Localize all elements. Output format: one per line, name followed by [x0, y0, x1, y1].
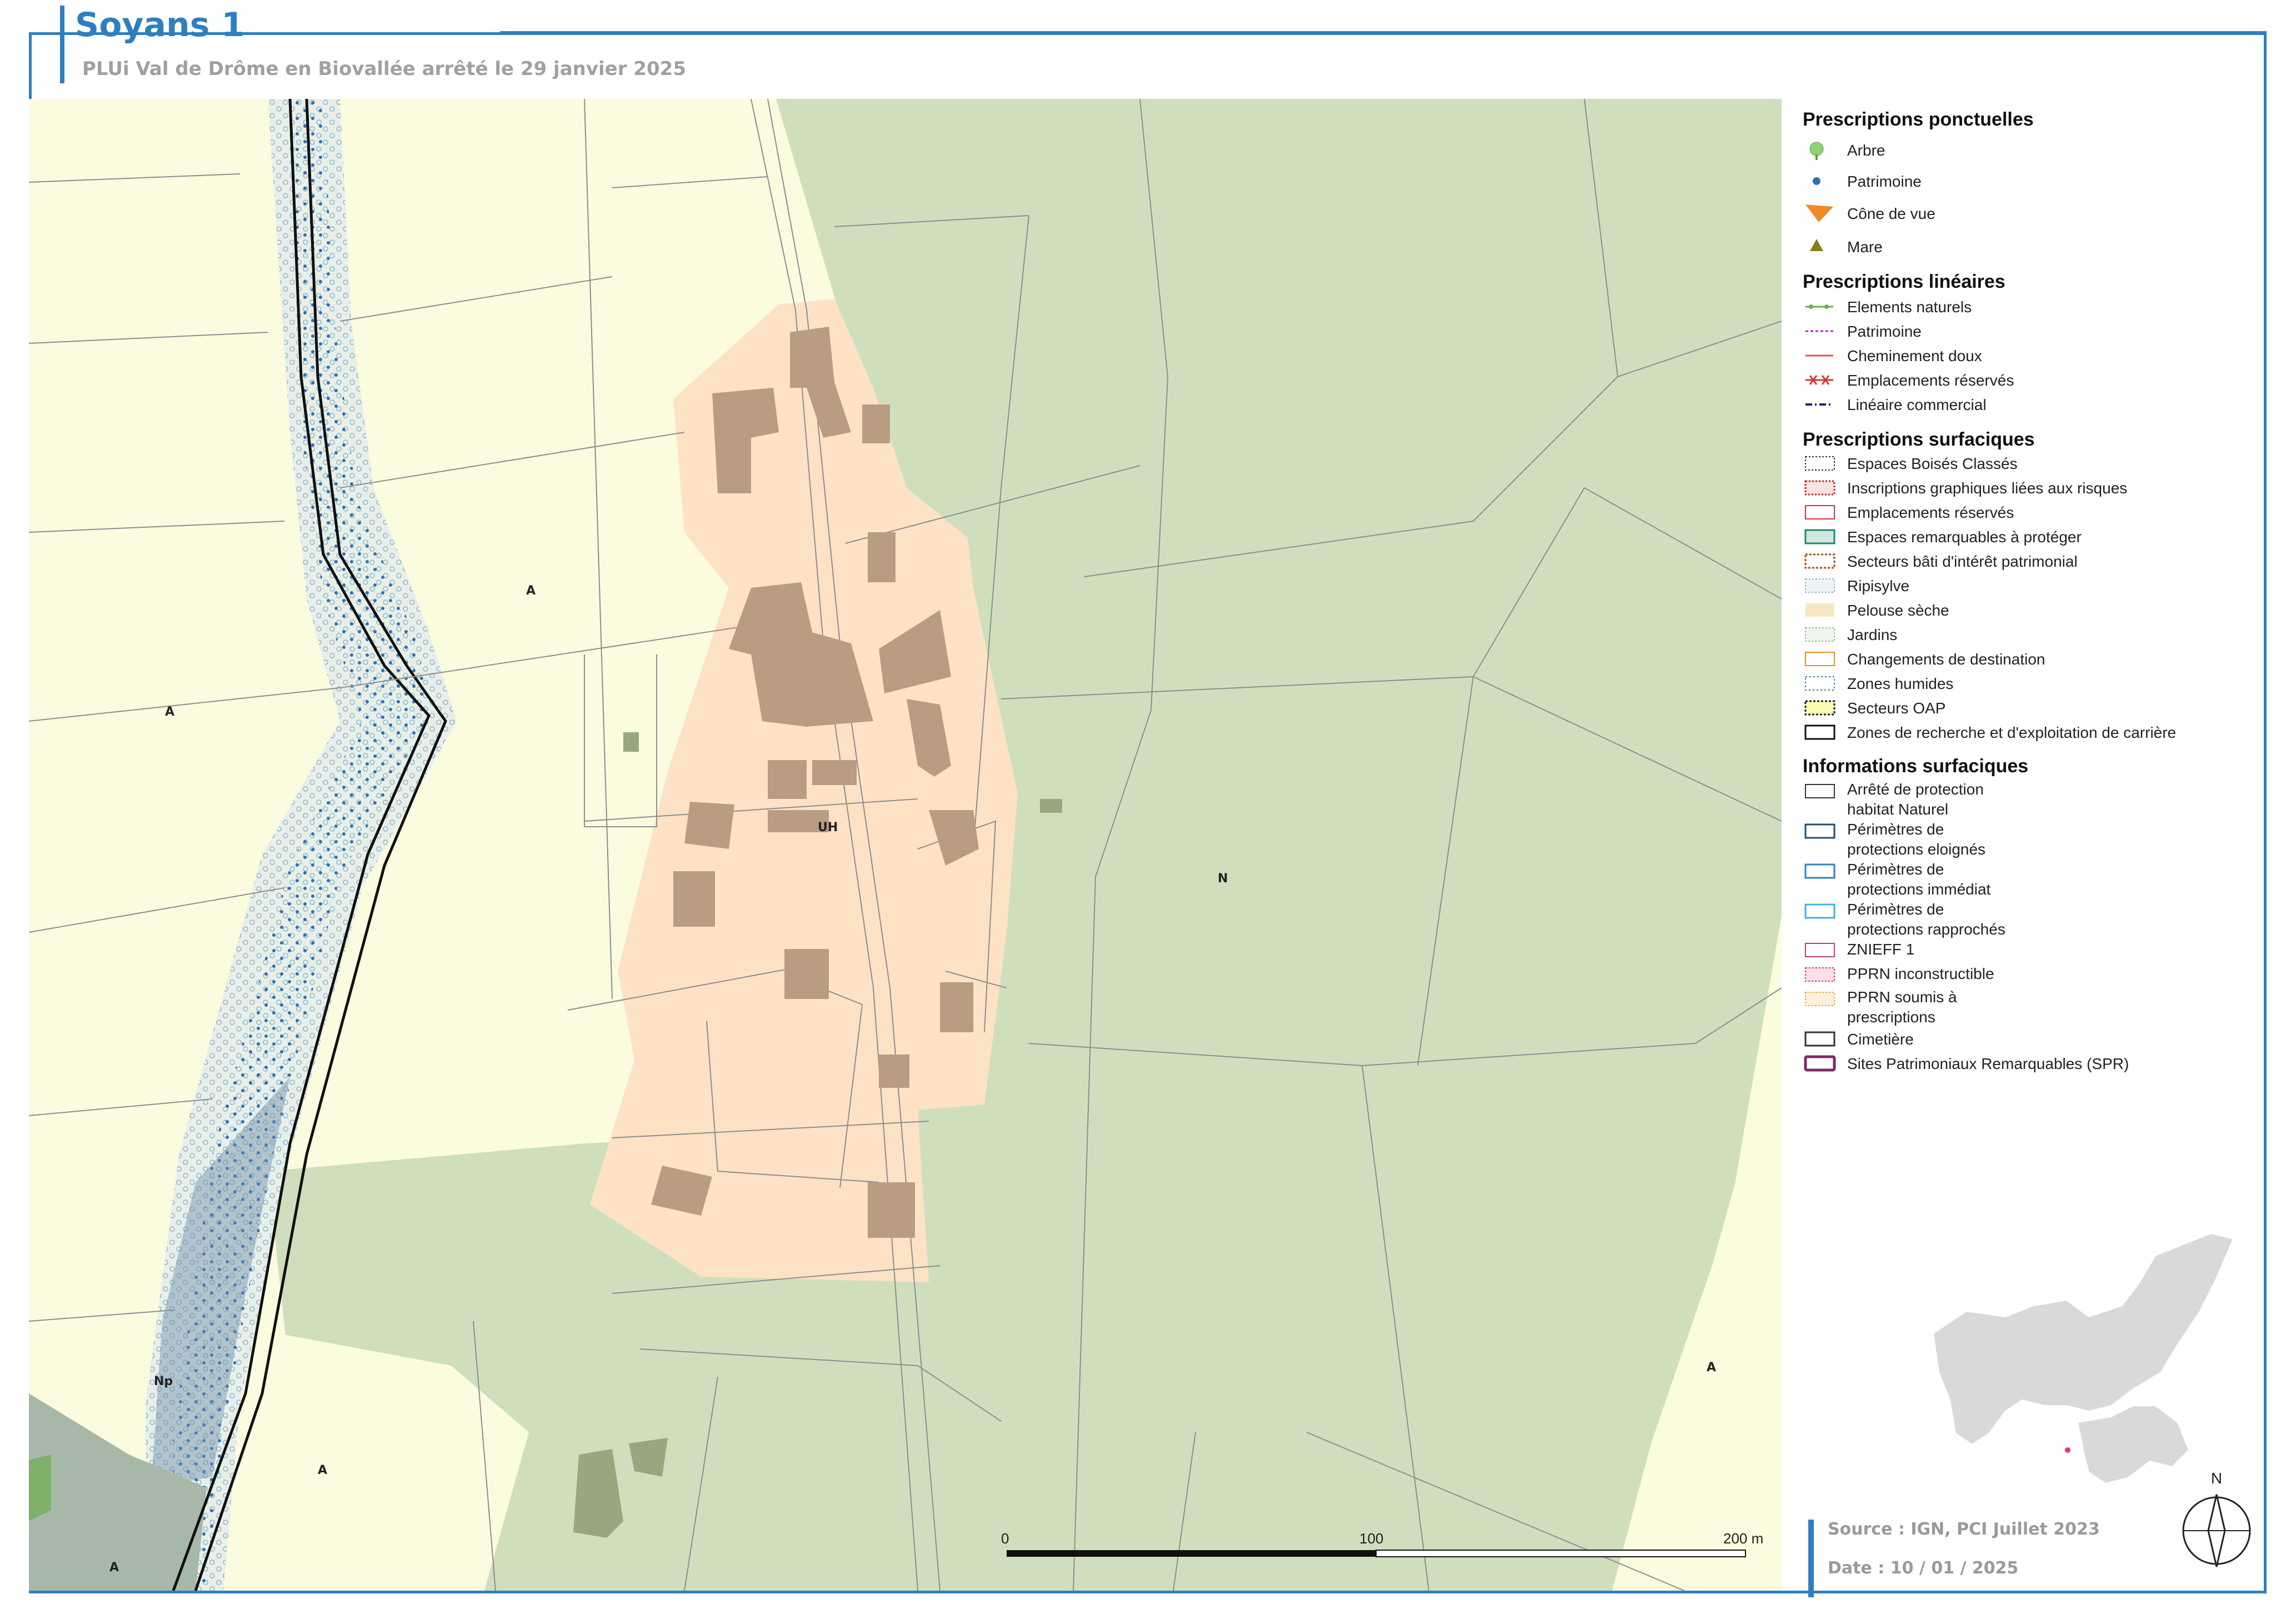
legend-espaces-remarquables: Espaces remarquables à protéger: [1847, 528, 2082, 546]
legend-mare: Mare: [1847, 238, 1883, 256]
legend-emplacements-reserves-line: Emplacements réservés: [1847, 372, 2014, 389]
legend-surfaciques-title: Prescriptions surfaciques: [1803, 429, 2035, 450]
legend-perim-immediat-1: Périmètres de: [1847, 861, 1944, 878]
legend-perim-eloignes-1: Périmètres de: [1847, 821, 1944, 838]
legend-pelouse-seche: Pelouse sèche: [1847, 602, 1949, 619]
view-cone-icon: [1805, 204, 1833, 222]
legend-perim-immediat-2: protections immédiat: [1847, 881, 1991, 898]
legend-cheminement-doux: Cheminement doux: [1847, 347, 1982, 364]
dot-icon: [1813, 177, 1820, 185]
scale-label-0: 0: [1001, 1530, 1009, 1547]
north-arrow: N: [2182, 1470, 2251, 1567]
legend-ebc: Espaces Boisés Classés: [1847, 455, 2018, 472]
legend-elements-naturels: Elements naturels: [1847, 298, 1972, 316]
page-title: Soyans 1: [75, 6, 245, 44]
zone-label-np: Np: [154, 1375, 173, 1388]
zone-label-a-4: A: [1707, 1361, 1716, 1375]
page-subtitle: PLUi Val de Drôme en Biovallée arrêté le…: [82, 58, 686, 80]
legend-ripisylve: Ripisylve: [1847, 577, 1909, 594]
legend-cone-de-vue: Cône de vue: [1847, 205, 1935, 222]
north-label: N: [2211, 1470, 2222, 1487]
legend-emplacements-reserves-surf: Emplacements réservés: [1847, 504, 2014, 521]
legend-perim-rapproches-1: Périmètres de: [1847, 901, 1944, 918]
zone-label-a-3: A: [318, 1463, 327, 1477]
scale-label-200: 200 m: [1723, 1530, 1763, 1547]
legend-carriere: Zones de recherche et d'exploitation de …: [1847, 724, 2176, 741]
legend-jardins: Jardins: [1847, 626, 1897, 643]
legend-pprn-inconstructible: PPRN inconstructible: [1847, 965, 1994, 982]
espace-remarquable: [29, 1455, 51, 1521]
date-text: Date : 10 / 01 / 2025: [1828, 1558, 2019, 1578]
legend-surfaciques-swatches: [1804, 456, 1835, 740]
line-naturel-icon: [1805, 304, 1833, 309]
tree-icon: [1809, 142, 1824, 160]
zone-label-a-1: A: [526, 584, 536, 598]
zone-label-uh: UH: [818, 821, 838, 835]
legend-patrimoine-line: Patrimoine: [1847, 323, 1922, 340]
legend-lineaire-commercial: Linéaire commercial: [1847, 396, 1987, 413]
zone-label-a-2: A: [165, 705, 174, 719]
legend-cimetiere: Cimetière: [1847, 1031, 1914, 1048]
legend-changements-destination: Changements de destination: [1847, 651, 2045, 668]
zone-label-n: N: [1218, 872, 1228, 886]
title-accent-bar: [60, 6, 64, 83]
legend-secteurs-bati: Secteurs bâti d'intérêt patrimonial: [1847, 553, 2078, 570]
legend-perim-eloignes-2: protections eloignés: [1847, 841, 1985, 858]
legend-lineaires-title: Prescriptions linéaires: [1803, 271, 2005, 292]
legend-pprn-prescriptions-2: prescriptions: [1847, 1008, 1935, 1026]
legend-ponctuelles-title: Prescriptions ponctuelles: [1803, 109, 2034, 130]
legend-risques: Inscriptions graphiques liées aux risque…: [1847, 479, 2127, 497]
legend-pprn-prescriptions-1: PPRN soumis à: [1847, 988, 1957, 1006]
legend-informations-title: Informations surfaciques: [1803, 756, 2028, 777]
legend-spr: Sites Patrimoniaux Remarquables (SPR): [1847, 1055, 2129, 1072]
legend-aphn-1: Arrêté de protection: [1847, 781, 1984, 798]
triangle-icon: [1810, 239, 1823, 251]
line-emplacement-icon: [1805, 375, 1833, 385]
legend-aphn-2: habitat Naturel: [1847, 801, 1948, 818]
map-legend: Prescriptions ponctuelles Arbre Patrimoi…: [1803, 109, 2176, 1072]
scale-label-100: 100: [1359, 1530, 1383, 1547]
legend-zones-humides: Zones humides: [1847, 675, 1953, 692]
source-accent-bar: [1808, 1520, 1814, 1597]
legend-arbre: Arbre: [1847, 142, 1885, 159]
legend-znieff: ZNIEFF 1: [1847, 941, 1914, 958]
legend-patrimoine-point: Patrimoine: [1847, 173, 1922, 190]
legend-informations-swatches: [1804, 784, 1836, 1072]
title-rule: [500, 31, 2267, 34]
legend-perim-rapproches-2: protections rapprochés: [1847, 921, 2005, 938]
source-text: Source : IGN, PCI Juillet 2023: [1828, 1520, 2100, 1539]
map-canvas[interactable]: A A A A A UH N Np 0 100 200 m: [29, 99, 1782, 1591]
zone-label-a-5: A: [109, 1561, 119, 1575]
legend-secteurs-oap: Secteurs OAP: [1847, 699, 1945, 717]
